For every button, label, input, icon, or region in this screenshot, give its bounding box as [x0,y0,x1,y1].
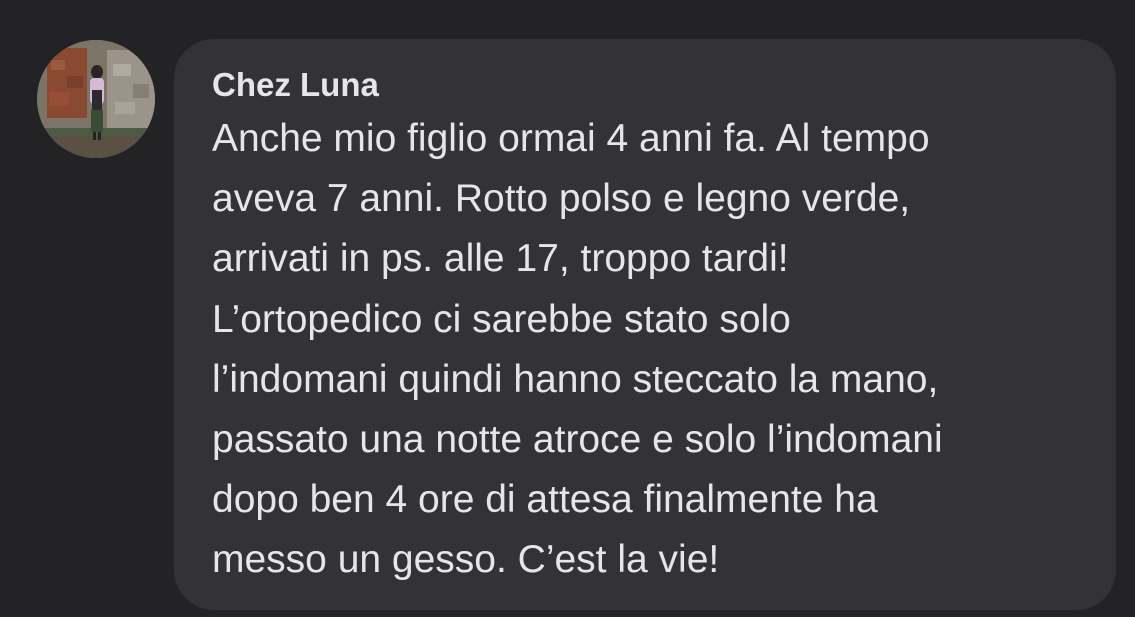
comment-text-line: aveva 7 anni. Rotto polso e legno verde, [212,177,911,221]
comment-text-line: arrivati in ps. alle 17, troppo tardi! [212,237,789,281]
comment-text: Anche mio figlio ormai 4 anni fa. Al tem… [212,109,1086,591]
comment-text-line: messo un gesso. C’est la vie! [212,538,720,582]
comment-text-line: l’indomani quindi hanno steccato la mano… [212,357,939,401]
comment-text-line: dopo ben 4 ore di attesa finalmente ha [212,478,878,522]
comment-thread: Chez Luna Anche mio figlio ormai 4 anni … [0,0,1135,617]
comment-text-line: passato una notte atroce e solo l’indoma… [212,418,943,462]
comment-author-name[interactable]: Chez Luna [212,65,1086,105]
avatar-photo [37,40,155,158]
avatar[interactable] [37,40,155,158]
comment-text-line: L’ortopedico ci sarebbe stato solo [212,297,791,341]
comment-bubble: Chez Luna Anche mio figlio ormai 4 anni … [174,39,1116,610]
comment-text-line: Anche mio figlio ormai 4 anni fa. Al tem… [212,117,930,160]
